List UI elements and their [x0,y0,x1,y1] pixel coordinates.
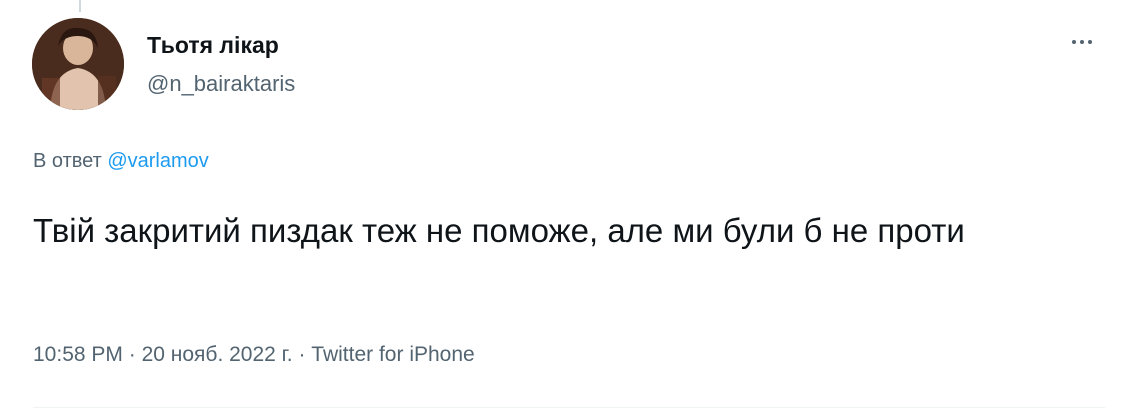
tweet-source[interactable]: Twitter for iPhone [311,343,474,366]
meta-separator: · [128,343,136,366]
author-handle[interactable]: @n_bairaktaris [147,71,295,97]
tweet-text: Твій закритий пиздак теж не поможе, але … [33,212,965,249]
tweet-date[interactable]: 20 нояб. 2022 г. [142,343,293,366]
reply-mention-link[interactable]: @varlamov [107,150,208,172]
avatar-image [32,18,124,110]
meta-separator: · [298,343,306,366]
tweet-meta: 10:58 PM · 20 нояб. 2022 г. · Twitter fo… [33,343,475,367]
user-avatar[interactable] [32,18,124,110]
tweet-time[interactable]: 10:58 PM [33,343,123,366]
author-display-name[interactable]: Тьотя лікар [147,32,279,59]
reply-prefix: В ответ [33,150,102,172]
more-options-button[interactable] [1062,30,1102,54]
divider [33,407,1105,408]
tweet: Тьотя лікар @n_bairaktaris В ответ @varl… [0,0,1140,416]
more-horizontal-icon [1072,40,1092,44]
reply-context: В ответ @varlamov [33,150,209,173]
